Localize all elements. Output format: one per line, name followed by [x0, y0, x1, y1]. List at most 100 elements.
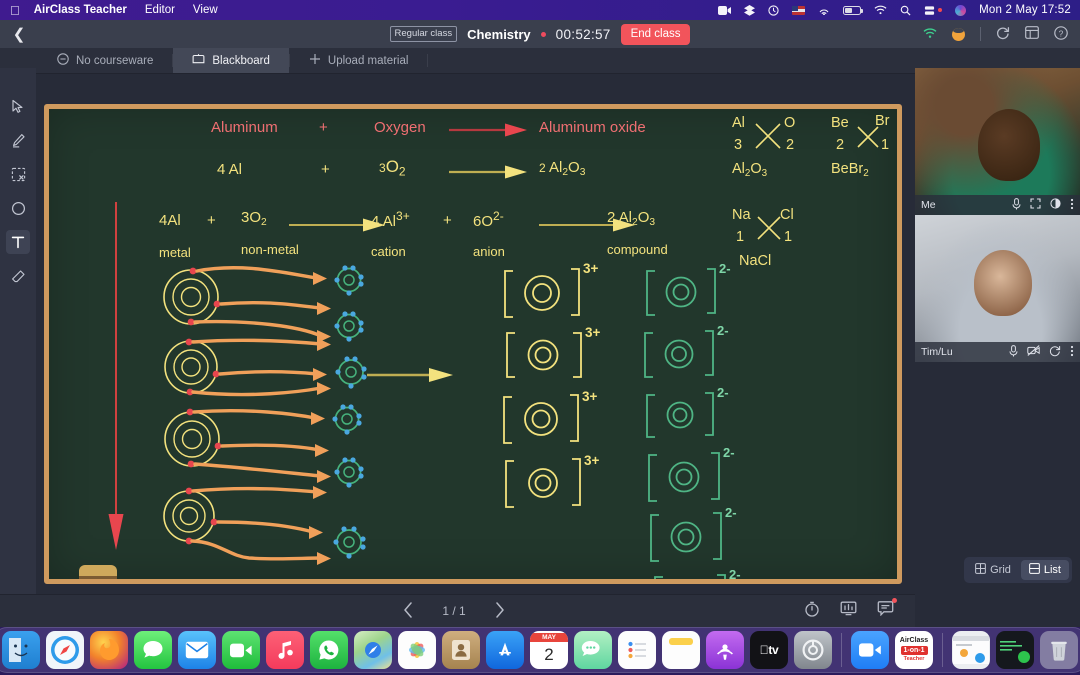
dock-item-facetime[interactable] [222, 631, 260, 669]
dock-item-trash[interactable] [1040, 631, 1078, 669]
menu-item-view[interactable]: View [193, 4, 218, 16]
apple-icon[interactable]:  [10, 4, 20, 17]
text-tool[interactable] [6, 230, 30, 254]
selection-box-tool[interactable] [6, 162, 30, 186]
dock-item-maps[interactable] [354, 631, 392, 669]
ion-eq-plus1: + [207, 212, 216, 229]
blackboard[interactable]: Aluminum + Oxygen Aluminum oxide 4 Al + … [44, 104, 902, 584]
dock-item-whatsapp[interactable] [310, 631, 348, 669]
app-header: ❮ Regular class Chemistry 00:52:57 End c… [0, 20, 1080, 48]
dock-item-messages-2[interactable] [574, 631, 612, 669]
mic-icon[interactable] [1009, 345, 1018, 360]
refresh-icon[interactable] [1049, 345, 1061, 360]
more-icon[interactable] [1070, 345, 1074, 360]
timer-icon[interactable] [804, 601, 820, 622]
list-view-button[interactable]: List [1021, 560, 1069, 580]
control-center-icon[interactable] [924, 5, 942, 16]
dock-item-podcasts[interactable] [706, 631, 744, 669]
dock-item-reminders[interactable] [618, 631, 656, 669]
dropbox-icon[interactable] [744, 5, 755, 16]
airclass-subtitle: 1-on-1 [901, 646, 928, 655]
dock-item-photos[interactable] [398, 631, 436, 669]
bal-eq-product: 2 Al2O3 [539, 159, 585, 178]
more-icon[interactable] [1070, 198, 1074, 213]
dock-minimized-terminal[interactable] [996, 631, 1034, 669]
end-class-button[interactable]: End class [621, 24, 691, 45]
oxide-ion-bracket [645, 331, 713, 377]
cation-charge-labels: 3+ 3+ 3+ 3+ [582, 261, 601, 468]
subject-title: Chemistry [467, 27, 531, 42]
calendar-day: 2 [544, 642, 553, 668]
tab-no-courseware[interactable]: No courseware [38, 48, 172, 73]
dock-divider [942, 633, 943, 667]
shape-circle-tool[interactable] [6, 196, 30, 220]
dock-item-airclass-teacher[interactable]: AirClass 1-on-1 Teacher [895, 631, 933, 669]
chat-icon[interactable] [877, 601, 894, 622]
criss-cross-be-br-result: BeBr2 [831, 161, 869, 179]
ion-eq-metal: 4Al metal [159, 212, 191, 260]
video-tile-student[interactable]: Tim/Lu [915, 215, 1080, 362]
cation-column: 3+ 3+ 3+ 3+ [497, 261, 617, 584]
bal-eq-reactant2: 3O2 [379, 157, 406, 178]
dock-item-app-store[interactable] [486, 631, 524, 669]
dock-item-firefox[interactable] [90, 631, 128, 669]
status-orb-icon[interactable] [952, 28, 965, 41]
video-tile-me[interactable]: Me [915, 68, 1080, 215]
select-tool[interactable] [6, 94, 30, 118]
dock-item-mail[interactable] [178, 631, 216, 669]
dock-item-finder[interactable] [2, 631, 40, 669]
dock-item-apple-tv[interactable]: tv [750, 631, 788, 669]
eraser-tool[interactable] [6, 264, 30, 288]
fullscreen-icon[interactable] [1030, 198, 1041, 212]
bal-eq-plus: + [321, 161, 330, 178]
siri-icon[interactable] [955, 5, 966, 16]
dock-item-notes[interactable] [662, 631, 700, 669]
menu-item-airclass-teacher[interactable]: AirClass Teacher [34, 4, 127, 16]
dock-minimized-browser[interactable] [952, 631, 990, 669]
prev-page-icon[interactable] [403, 602, 414, 621]
dock-item-safari[interactable] [46, 631, 84, 669]
word-eq-arrow-icon [449, 122, 531, 138]
aluminum-ion-bracket [505, 269, 579, 317]
dock-item-messages[interactable] [134, 631, 172, 669]
dock-item-system-settings[interactable] [794, 631, 832, 669]
charge-label: 2- [725, 505, 737, 520]
mic-icon[interactable] [1012, 198, 1021, 213]
camera-off-icon[interactable] [1027, 345, 1040, 359]
timemachine-icon[interactable] [768, 5, 779, 16]
video-feed [915, 215, 1080, 362]
arrowheads [309, 272, 331, 565]
dock-item-contacts[interactable] [442, 631, 480, 669]
airplay-icon[interactable] [818, 5, 830, 15]
class-type-badge: Regular class [390, 26, 458, 42]
screen-share-icon[interactable] [840, 601, 857, 622]
battery-icon[interactable] [843, 6, 861, 15]
drawing-toolbar [0, 68, 36, 594]
menu-item-editor[interactable]: Editor [145, 4, 175, 16]
blackboard-stage[interactable]: Aluminum + Oxygen Aluminum oxide 4 Al + … [36, 96, 908, 594]
oxide-ion-bracket [647, 269, 715, 315]
screen:  AirClass Teacher Editor View [0, 0, 1080, 675]
contrast-icon[interactable] [1050, 198, 1061, 212]
divider [427, 54, 428, 67]
dock-item-calendar[interactable]: MAY 2 [530, 631, 568, 669]
dock-item-zoom[interactable] [851, 631, 889, 669]
video-icon[interactable] [718, 6, 731, 15]
bottom-bar-icons [804, 601, 894, 622]
grid-label: Grid [990, 564, 1011, 576]
pen-tool[interactable] [6, 128, 30, 152]
tab-label: Upload material [328, 55, 409, 67]
electron-transfer-arrows [192, 268, 321, 559]
video-feed [915, 68, 1080, 215]
chalk-eraser[interactable] [79, 565, 117, 579]
wifi-icon[interactable] [874, 5, 887, 15]
flag-icon[interactable] [792, 6, 805, 15]
search-icon[interactable] [900, 5, 911, 16]
oxygen-atom [334, 311, 363, 341]
product-arrow-icon [367, 367, 457, 383]
next-page-icon[interactable] [494, 602, 505, 621]
tab-blackboard[interactable]: Blackboard [173, 48, 289, 73]
dock-item-music[interactable] [266, 631, 304, 669]
grid-view-button[interactable]: Grid [967, 560, 1019, 580]
tab-upload-material[interactable]: Upload material [290, 48, 428, 73]
